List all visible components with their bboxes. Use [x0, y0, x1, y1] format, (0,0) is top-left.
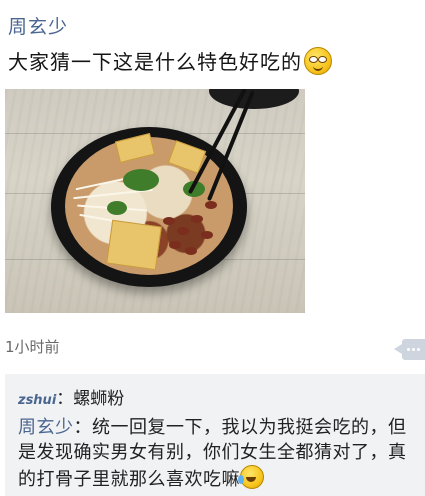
- grinning-face-icon: [304, 46, 332, 75]
- post-text: 大家猜一下这是什么特色好吃的: [8, 46, 332, 75]
- comment-separator: ：: [56, 389, 74, 409]
- comment-author[interactable]: 周玄少: [18, 417, 74, 438]
- post-author[interactable]: 周玄少: [8, 12, 68, 39]
- post-timestamp: 1小时前: [5, 338, 60, 356]
- comment-item[interactable]: zshui：螺蛳粉: [18, 384, 124, 409]
- comment-action-button[interactable]: [394, 339, 425, 360]
- laughing-tears-icon: [238, 465, 264, 489]
- comment-item[interactable]: 周玄少：统一回复一下，我以为我挺会吃的，但是发现确实男女有别，你们女生全都猜对了…: [18, 415, 416, 492]
- comment-text: 螺蛳粉: [73, 389, 125, 409]
- comment-separator: ：: [73, 417, 92, 438]
- post-photo[interactable]: [5, 89, 305, 313]
- comment-author[interactable]: zshui: [18, 393, 56, 408]
- post-text-content: 大家猜一下这是什么特色好吃的: [8, 50, 302, 74]
- comments-area: zshui：螺蛳粉 周玄少：统一回复一下，我以为我挺会吃的，但是发现确实男女有别…: [5, 374, 425, 496]
- more-dots-icon: [407, 348, 420, 351]
